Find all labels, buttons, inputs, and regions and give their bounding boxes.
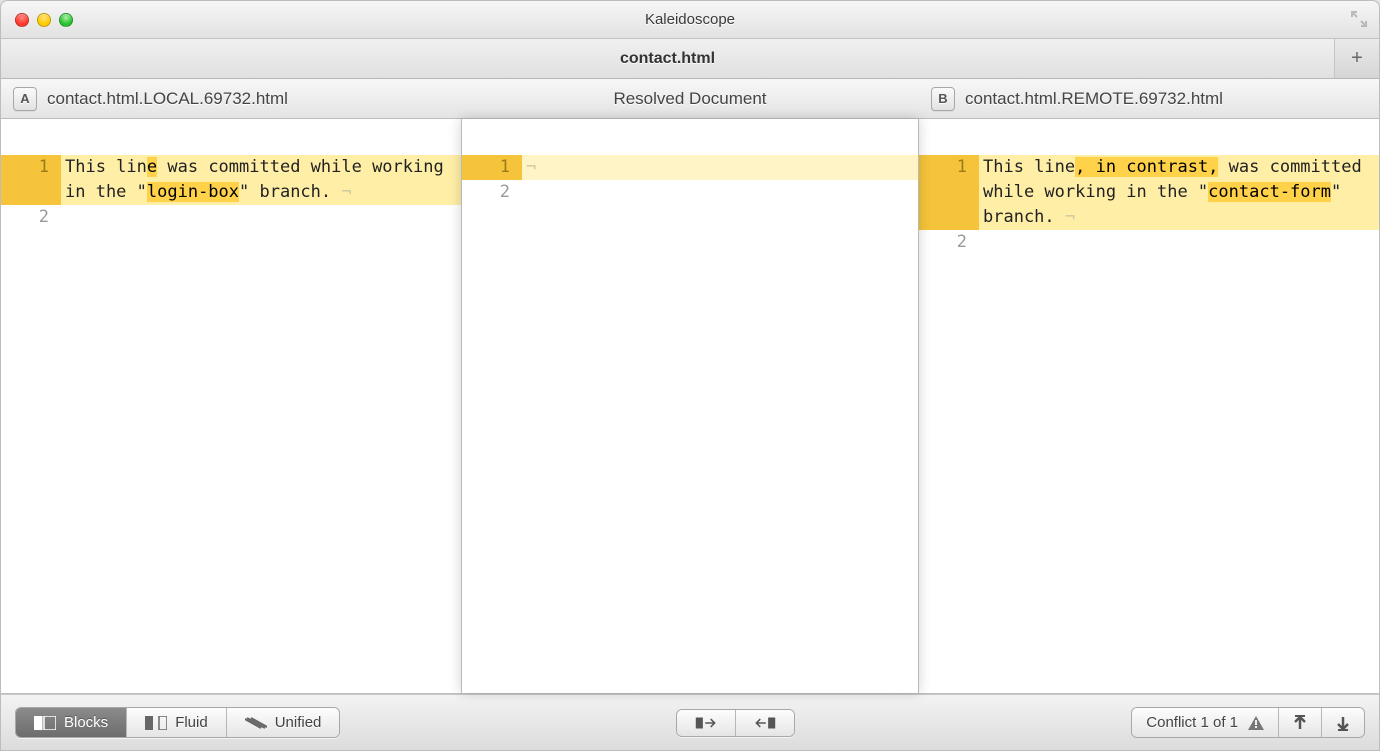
gutter-num: 2	[919, 230, 979, 255]
window-controls	[15, 13, 73, 27]
tab-bar: contact.html +	[1, 39, 1379, 79]
app-title: Kaleidoscope	[1, 11, 1379, 28]
close-window-button[interactable]	[15, 13, 29, 27]
center-pane-label: Resolved Document	[461, 89, 919, 109]
minimize-window-button[interactable]	[37, 13, 51, 27]
pane-header-row: A contact.html.LOCAL.69732.html Resolved…	[1, 79, 1379, 119]
line-a-2[interactable]: 2	[1, 205, 461, 230]
warning-icon	[1248, 716, 1264, 730]
conflict-status[interactable]: Conflict 1 of 1	[1132, 708, 1278, 737]
newline-icon: ¬	[341, 182, 351, 202]
view-fluid-button[interactable]: Fluid	[126, 708, 226, 737]
pane-a[interactable]: 1 This line was committed while working …	[1, 119, 461, 693]
merge-left-icon	[754, 716, 776, 730]
line-b-1[interactable]: 1 This line, in contrast, was committed …	[919, 155, 1379, 230]
merge-right-to-center-button[interactable]	[735, 710, 794, 736]
blocks-icon	[34, 716, 56, 730]
add-tab-button[interactable]: +	[1335, 39, 1379, 78]
gutter-num: 2	[1, 205, 61, 230]
newline-icon: ¬	[1065, 207, 1075, 227]
line-text	[61, 205, 461, 230]
pane-b[interactable]: 1 This line, in contrast, was committed …	[919, 119, 1379, 693]
line-c-2[interactable]: 2	[462, 180, 918, 205]
view-mode-segment: Blocks Fluid Unified	[15, 707, 340, 738]
merge-left-to-center-button[interactable]	[677, 710, 735, 736]
merge-right-icon	[695, 716, 717, 730]
line-a-1[interactable]: 1 This line was committed while working …	[1, 155, 461, 205]
diff-panes: 1 This line was committed while working …	[1, 119, 1379, 694]
gutter-num: 1	[919, 155, 979, 230]
view-blocks-button[interactable]: Blocks	[16, 708, 126, 737]
conflict-status-label: Conflict 1 of 1	[1146, 714, 1240, 731]
line-text: This line, in contrast, was committed wh…	[979, 155, 1379, 230]
arrow-up-icon	[1293, 715, 1307, 731]
line-text: ¬	[522, 155, 918, 180]
zoom-window-button[interactable]	[59, 13, 73, 27]
pane-resolved[interactable]: 1 ¬ 2	[461, 119, 919, 693]
titlebar: Kaleidoscope	[1, 1, 1379, 39]
line-text: This line was committed while working in…	[61, 155, 461, 205]
view-unified-button[interactable]: Unified	[226, 708, 340, 737]
line-text	[979, 230, 1379, 255]
pane-b-filename: contact.html.REMOTE.69732.html	[965, 89, 1223, 109]
view-blocks-label: Blocks	[64, 714, 108, 731]
merge-direction-segment	[676, 709, 795, 737]
conflict-nav-group: Conflict 1 of 1	[1131, 707, 1365, 738]
newline-icon: ¬	[526, 157, 536, 177]
pane-a-marker[interactable]: A	[13, 87, 37, 111]
pane-a-header: A contact.html.LOCAL.69732.html	[1, 87, 461, 111]
tab-label: contact.html	[620, 50, 715, 68]
plus-icon: +	[1351, 47, 1363, 70]
fullscreen-icon[interactable]	[1351, 11, 1367, 27]
line-b-2[interactable]: 2	[919, 230, 1379, 255]
line-c-1[interactable]: 1 ¬	[462, 155, 918, 180]
bottom-toolbar: Blocks Fluid Unified	[1, 694, 1379, 750]
unified-icon	[245, 716, 267, 730]
pane-b-header: B contact.html.REMOTE.69732.html	[919, 87, 1379, 111]
app-window: Kaleidoscope contact.html + A contact.ht…	[0, 0, 1380, 751]
gutter-num: 1	[462, 155, 522, 180]
gutter-num: 2	[462, 180, 522, 205]
line-text	[522, 180, 918, 205]
pane-b-marker[interactable]: B	[931, 87, 955, 111]
gutter-num: 1	[1, 155, 61, 205]
fluid-icon	[145, 716, 167, 730]
document-tab[interactable]: contact.html	[1, 39, 1335, 78]
arrow-down-icon	[1336, 715, 1350, 731]
view-unified-label: Unified	[275, 714, 322, 731]
view-fluid-label: Fluid	[175, 714, 208, 731]
next-conflict-button[interactable]	[1321, 708, 1364, 737]
prev-conflict-button[interactable]	[1278, 708, 1321, 737]
pane-a-filename: contact.html.LOCAL.69732.html	[47, 89, 288, 109]
